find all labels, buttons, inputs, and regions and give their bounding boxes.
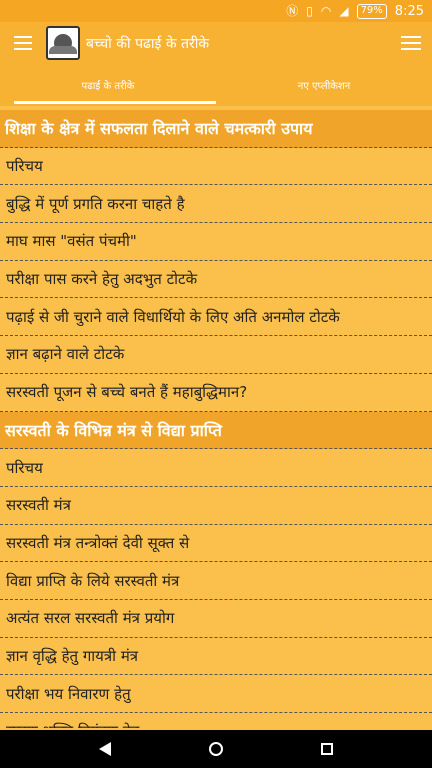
status-bar: Ⓝ ▯ ◠ ◢ 79% 8:25 [0, 0, 432, 22]
nfc-icon: Ⓝ [286, 4, 299, 18]
tab-study-methods[interactable]: पढाई के तरीके [0, 64, 216, 106]
back-button[interactable] [85, 730, 125, 768]
list-item[interactable]: ज्ञान वृद्धि हेतु गायत्री मंत्र [0, 638, 432, 676]
list-item[interactable]: स्मरण शक्ति नियंत्रण हेतु [0, 713, 432, 728]
list-item[interactable]: परिचय [0, 148, 432, 186]
topic-list: शिक्षा के क्षेत्र में सफलता दिलाने वाले … [0, 110, 432, 728]
battery-indicator: 79% [356, 3, 387, 19]
list-item[interactable]: पढ़ाई से जी चुराने वाले विधार्थियो के लि… [0, 298, 432, 337]
system-nav-bar [0, 730, 432, 768]
list-item[interactable]: विद्या प्राप्ति के लिये सरस्वती मंत्र [0, 562, 432, 600]
list-item[interactable]: सरस्वती मंत्र तन्त्रोक्तं देवी सूक्त से [0, 525, 432, 563]
menu-line [14, 42, 32, 44]
back-icon [99, 742, 112, 756]
app-bar: बच्चो की पढाई के तरीके [0, 22, 432, 64]
tab-new-applications[interactable]: नए एप्लीकेशन [216, 64, 432, 106]
menu-line [14, 48, 32, 50]
section-header: सरस्वती के विभिन्न मंत्र से विद्या प्राप… [0, 411, 432, 450]
list-item[interactable]: ज्ञान बढ़ाने वाले टोटके [0, 336, 432, 374]
menu-line [401, 36, 421, 38]
recents-button[interactable] [307, 730, 347, 768]
app-logo [46, 26, 80, 60]
list-item[interactable]: बुद्धि में पूर्ण प्रगति करना चाहते है [0, 185, 432, 224]
section-header: शिक्षा के क्षेत्र में सफलता दिलाने वाले … [0, 110, 432, 148]
home-icon [208, 742, 223, 756]
menu-line [401, 42, 421, 44]
nav-drawer-button[interactable] [0, 22, 46, 64]
list-item[interactable]: परिचय [0, 449, 432, 487]
home-button[interactable] [196, 730, 236, 768]
list-item[interactable]: माघ मास "वसंत पंचमी" [0, 223, 432, 261]
menu-line [401, 48, 421, 50]
list-item[interactable]: अत्यंत सरल सरस्वती मंत्र प्रयोग [0, 600, 432, 638]
tab-bar: पढाई के तरीके नए एप्लीकेशन [0, 64, 432, 106]
wifi-icon: ◠ [320, 4, 332, 18]
signal-icon: ◢ [339, 4, 349, 18]
list-item[interactable]: सरस्वती पूजन से बच्चे बनते हैं महाबुद्धि… [0, 374, 432, 412]
logo-figure [49, 34, 77, 54]
list-item[interactable]: परीक्षा पास करने हेतु अदभुत टोटके [0, 261, 432, 299]
app-title: बच्चो की पढाई के तरीके [86, 35, 210, 52]
vibrate-icon: ▯ [306, 4, 313, 18]
menu-line [14, 36, 32, 38]
status-time: 8:25 [394, 3, 424, 19]
overflow-menu-button[interactable] [390, 22, 432, 64]
list-item[interactable]: सरस्वती मंत्र [0, 487, 432, 525]
recents-icon [320, 743, 333, 755]
list-item[interactable]: परीक्षा भय निवारण हेतु [0, 675, 432, 713]
